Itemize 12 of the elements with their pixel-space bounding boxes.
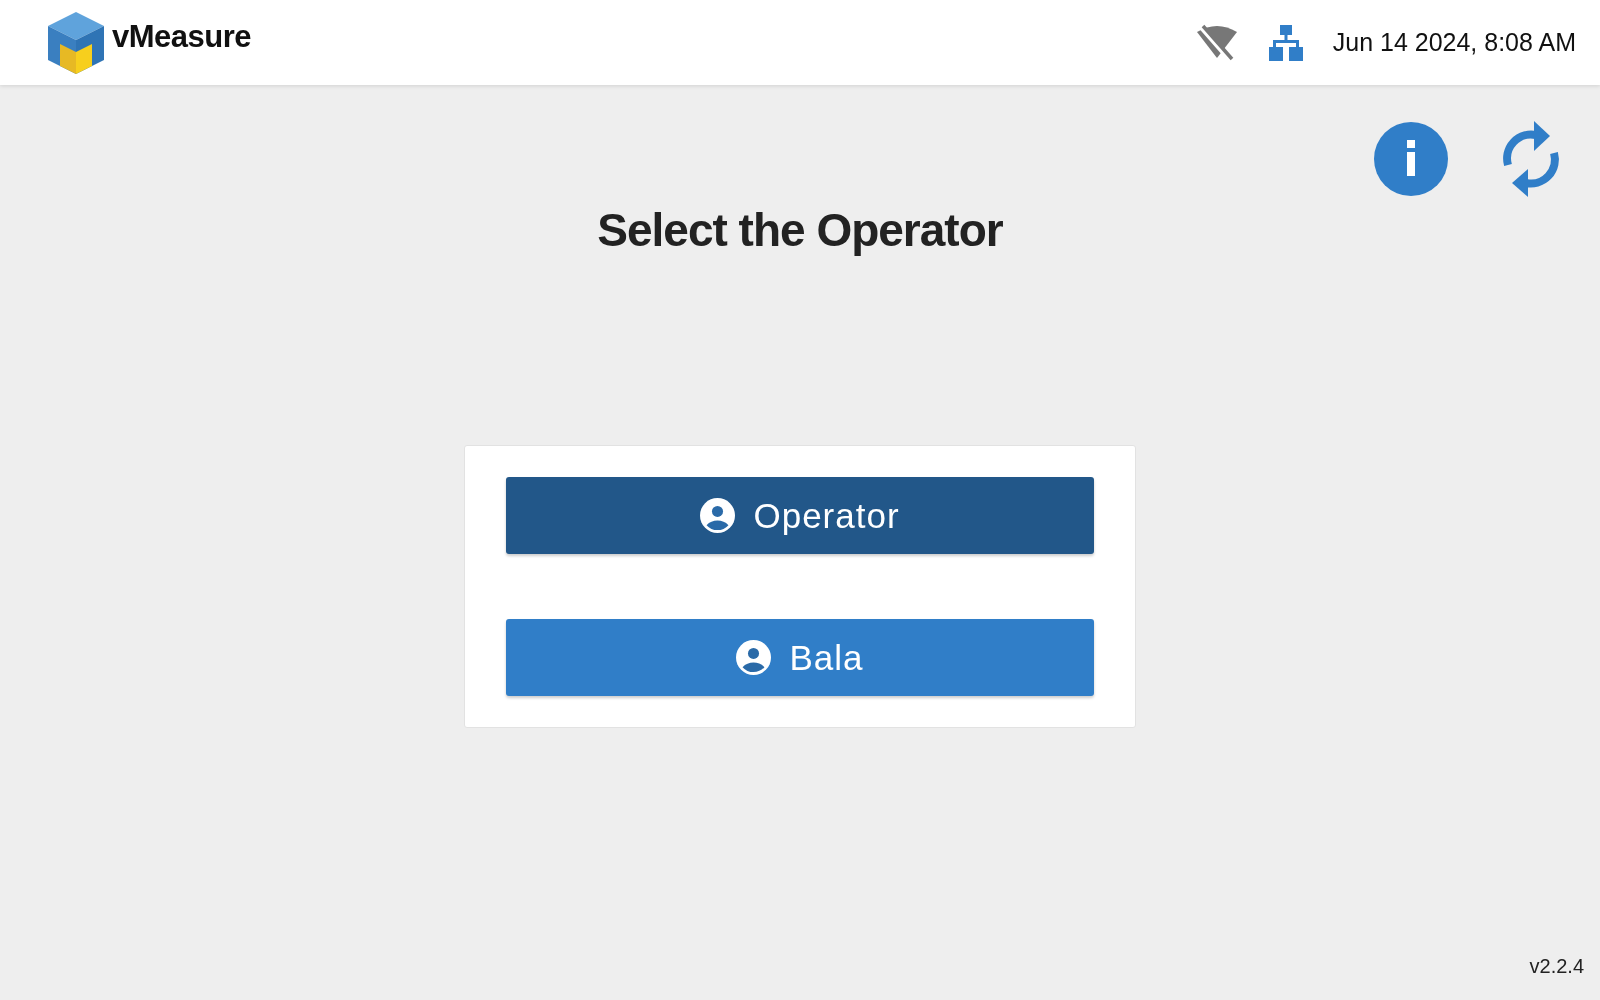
version-label: v2.2.4 xyxy=(1529,955,1584,978)
logo-icon xyxy=(48,11,104,74)
operator-button[interactable]: Operator xyxy=(506,477,1094,554)
user-icon xyxy=(736,640,772,675)
date-time: Jun 14 2024, 8:08 AM xyxy=(1332,28,1576,57)
refresh-button[interactable] xyxy=(1500,119,1562,199)
app-name: vMeasure xyxy=(112,18,252,55)
operator-button[interactable]: Bala xyxy=(506,619,1094,696)
network-icon xyxy=(1268,24,1303,61)
page-title: Select the Operator xyxy=(597,203,1003,257)
info-button[interactable] xyxy=(1374,122,1448,196)
user-icon xyxy=(700,498,736,533)
